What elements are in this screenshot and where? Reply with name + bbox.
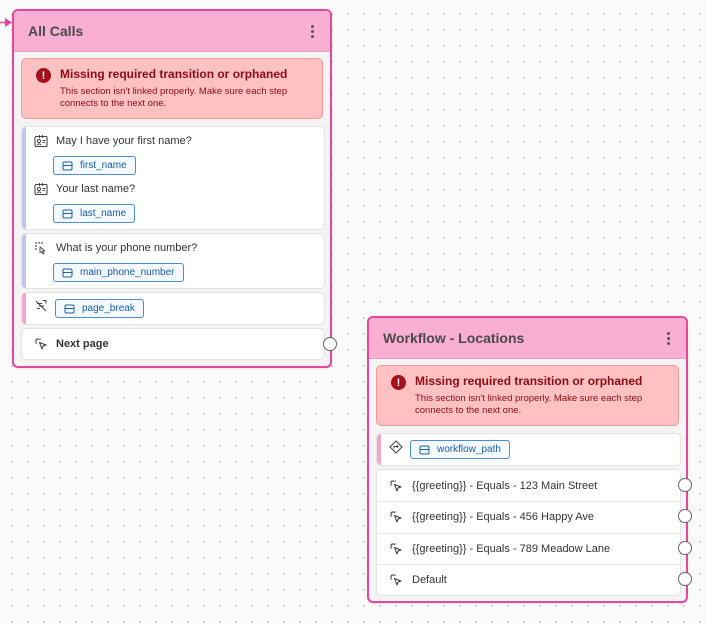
error-description: This section isn't linked properly. Make…: [60, 86, 288, 109]
question-step-phone[interactable]: What is your phone number? main_phone_nu…: [21, 233, 325, 289]
divider: [377, 564, 680, 565]
click-pointer-icon: [390, 479, 402, 491]
question-row: What is your phone number?: [34, 241, 197, 255]
variable-chip[interactable]: workflow_path: [410, 440, 510, 459]
next-page-step[interactable]: Next page: [21, 328, 325, 360]
contact-card-icon: [34, 183, 48, 196]
variable-name: page_break: [82, 303, 135, 314]
workflow-path-row: [389, 440, 403, 454]
page-break-row: [34, 299, 48, 313]
more-options-icon[interactable]: [304, 22, 320, 40]
question-text: What is your phone number?: [56, 242, 198, 254]
error-description: This section isn't linked properly. Make…: [415, 393, 643, 416]
error-title: Missing required transition or orphaned: [415, 374, 643, 388]
variable-name: first_name: [80, 160, 127, 171]
diamond-route-icon: [389, 440, 403, 454]
question-step-name[interactable]: May I have your first name? first_name Y…: [21, 126, 325, 230]
contact-card-icon: [34, 135, 48, 148]
error-title: Missing required transition or orphaned: [60, 67, 288, 81]
branch-label: {{greeting}} - Equals - 789 Meadow Lane: [412, 542, 611, 555]
dialpad-touch-icon: [35, 242, 46, 255]
page-break-step[interactable]: page_break: [21, 292, 325, 325]
variable-chip[interactable]: last_name: [53, 204, 136, 223]
variable-chip[interactable]: first_name: [53, 156, 136, 175]
error-icon: !: [36, 68, 51, 83]
variable-chip[interactable]: page_break: [55, 299, 144, 318]
click-pointer-icon: [390, 542, 402, 554]
branch-label: Default: [412, 573, 447, 586]
next-page-row: Next page: [34, 337, 109, 351]
error-banner: ! Missing required transition or orphane…: [376, 365, 679, 426]
variable-name: last_name: [80, 208, 127, 219]
branch-output-port[interactable]: [678, 478, 692, 492]
branch-output-port[interactable]: [678, 572, 692, 586]
database-icon: [62, 209, 73, 218]
branch-label: {{greeting}} - Equals - 456 Happy Ave: [412, 510, 595, 523]
error-banner: ! Missing required transition or orphane…: [21, 58, 323, 119]
database-icon: [64, 304, 75, 313]
database-icon: [62, 268, 73, 277]
branch-output-port[interactable]: [678, 541, 692, 555]
next-page-label: Next page: [56, 338, 109, 350]
question-text: Your last name?: [56, 183, 136, 195]
database-icon: [419, 445, 430, 454]
question-row: May I have your first name?: [34, 134, 192, 148]
error-icon: !: [391, 375, 406, 390]
branch-item[interactable]: {{greeting}} - Equals - 789 Meadow Lane: [377, 533, 680, 564]
workflow-path-step[interactable]: workflow_path: [376, 433, 681, 466]
branch-output-port[interactable]: [678, 509, 692, 523]
variable-chip[interactable]: main_phone_number: [53, 263, 184, 282]
divider: [377, 533, 680, 534]
node-all-calls[interactable]: All Calls ! Missing required transition …: [12, 9, 337, 368]
click-pointer-icon: [390, 510, 402, 522]
branch-item[interactable]: {{greeting}} - Equals - 123 Main Street: [377, 470, 680, 501]
variable-name: workflow_path: [437, 444, 501, 455]
node-workflow-locations[interactable]: Workflow - Locations ! Missing required …: [367, 316, 692, 603]
node-header: All Calls: [14, 11, 330, 52]
branch-item[interactable]: Default: [377, 564, 680, 595]
node-title: All Calls: [28, 23, 84, 39]
page-break-icon: [35, 300, 47, 312]
node-title: Workflow - Locations: [383, 330, 525, 346]
divider: [377, 501, 680, 502]
branch-list: {{greeting}} - Equals - 123 Main Street …: [376, 469, 681, 596]
click-pointer-icon: [35, 338, 47, 350]
variable-name: main_phone_number: [80, 267, 175, 278]
branch-label: {{greeting}} - Equals - 123 Main Street: [412, 479, 598, 492]
more-options-icon[interactable]: [660, 329, 676, 347]
output-port[interactable]: [323, 337, 337, 351]
node-header: Workflow - Locations: [369, 318, 686, 359]
click-pointer-icon: [390, 573, 402, 585]
database-icon: [62, 161, 73, 170]
question-text: May I have your first name?: [56, 135, 192, 147]
question-row: Your last name?: [34, 182, 135, 196]
branch-item[interactable]: {{greeting}} - Equals - 456 Happy Ave: [377, 501, 680, 532]
